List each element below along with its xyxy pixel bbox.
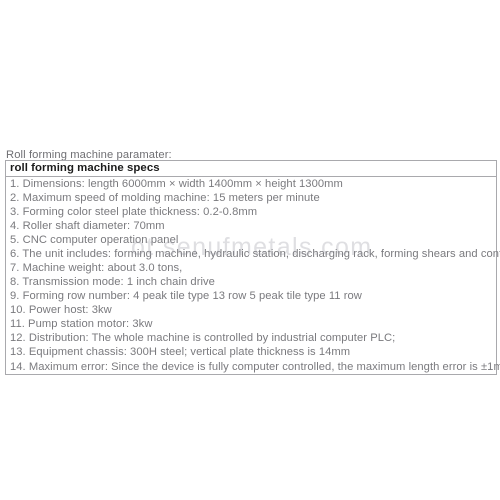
spec-table: roll forming machine specs 1. Dimensions… [6,161,500,375]
spec-row-cell: 6. The unit includes: forming machine, h… [10,248,500,260]
spec-table-body: 1. Dimensions: length 6000mm × width 140… [6,177,500,375]
table-row: 11. Pump station motor: 3kw [6,317,496,331]
table-row: 14. Maximum error: Since the device is f… [6,359,500,374]
table-row: 5. CNC computer operation panel [6,233,496,247]
table-row: 3. Forming color steel plate thickness: … [6,205,496,219]
spec-row-cell: 11. Pump station motor: 3kw [10,318,153,330]
table-row: 6. The unit includes: forming machine, h… [6,247,500,261]
spec-table-container: roll forming machine specs 1. Dimensions… [5,160,500,375]
table-row: 13. Equipment chassis: 300H steel; verti… [6,345,496,359]
table-row: 7. Machine weight: about 3.0 tons, [6,261,496,275]
spec-row-cell: 7. Machine weight: about 3.0 tons, [10,262,183,274]
spec-row-cell: 8. Transmission mode: 1 inch chain drive [10,276,215,288]
table-row: 1. Dimensions: length 6000mm × width 140… [6,177,496,192]
spec-row-cell: 1. Dimensions: length 6000mm × width 140… [10,178,343,190]
table-row: 4. Roller shaft diameter: 70mm [6,219,496,233]
table-row: 2. Maximum speed of molding machine: 15 … [6,191,496,205]
spec-row-cell: 5. CNC computer operation panel [10,234,179,246]
spec-row-cell: 12. Distribution: The whole machine is c… [10,332,396,344]
spec-table-header-cell: roll forming machine specs [6,161,496,177]
spec-row-cell: 13. Equipment chassis: 300H steel; verti… [10,346,351,358]
table-row: 9. Forming row number: 4 peak tile type … [6,289,496,303]
spec-row-cell: 4. Roller shaft diameter: 70mm [10,220,165,232]
table-row: 12. Distribution: The whole machine is c… [6,331,496,345]
table-row: 8. Transmission mode: 1 inch chain drive [6,275,496,289]
spec-row-cell: 3. Forming color steel plate thickness: … [10,206,258,218]
spec-table-header-row: roll forming machine specs [6,161,496,177]
table-row: 10. Power host: 3kw [6,303,496,317]
spec-row-cell: 14. Maximum error: Since the device is f… [10,360,500,373]
spec-row-cell: 10. Power host: 3kw [10,304,112,316]
page-root: Roll forming machine paramater: roll for… [0,0,500,500]
spec-row-cell: 2. Maximum speed of molding machine: 15 … [10,192,320,204]
spec-table-head: roll forming machine specs [6,161,496,177]
spec-row-cell: 9. Forming row number: 4 peak tile type … [10,290,362,302]
